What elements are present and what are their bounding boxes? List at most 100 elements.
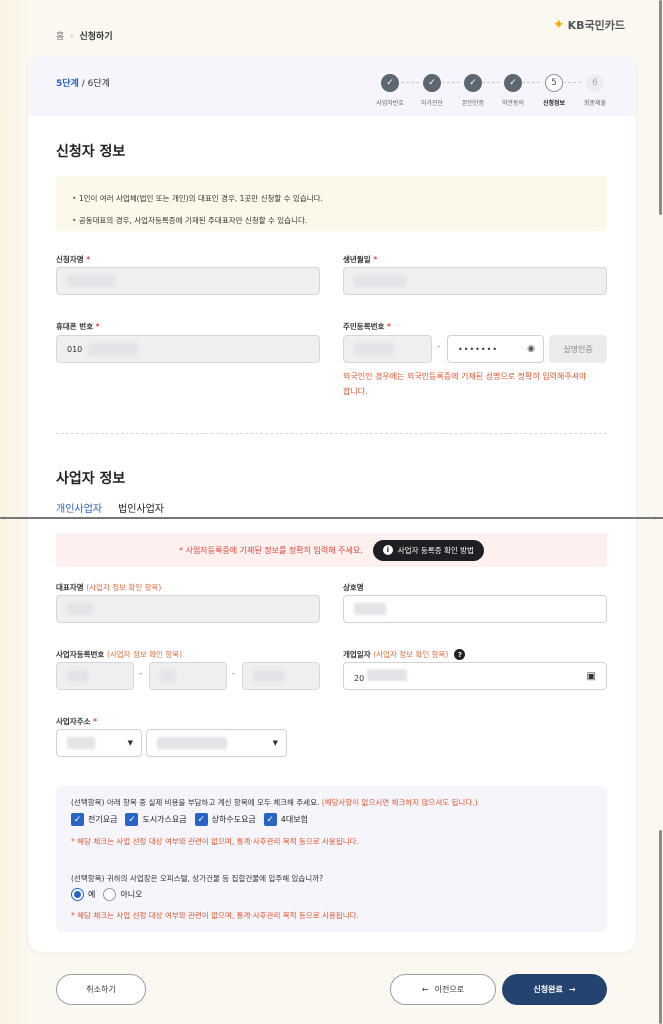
scrollbar-thumb[interactable] [659,0,662,215]
rrn-back-field[interactable]: ••••••• ◉ [447,335,544,363]
business-section-title: 사업자 정보 [56,471,126,487]
breadcrumb-home[interactable]: 홈 [56,29,64,42]
logo-text: KB국민카드 [567,19,625,32]
chevron-right-icon[interactable]: › [654,514,662,522]
applicant-notice: 1인이 여러 사업체(법인 또는 개인)의 대표인 경우, 1곳만 신청할 수 … [56,176,607,231]
prev-button[interactable]: ← 이전으로 [390,974,496,1005]
step-number: 5 [545,74,563,92]
redacted-value [67,670,89,682]
redacted-value [88,343,139,355]
redacted-value [354,343,394,355]
birthdate-field[interactable] [343,267,607,295]
step-label: 자가진단 [420,100,444,107]
redacted-value [253,670,285,682]
radio-no[interactable]: 아니오 [103,888,142,901]
calendar-icon[interactable]: ▣ [587,671,596,682]
redacted-value [67,737,95,749]
breadcrumb: 홈 › 신청하기 [56,29,113,42]
step-label: 최종제출 [583,100,607,107]
tab-corporate-business[interactable]: 법인사업자 [118,500,164,515]
section-divider [56,433,607,434]
checkbox-water[interactable]: ✓ 상하수도요금 [194,813,256,826]
chevron-right-icon: › [70,31,74,40]
redacted-value [366,669,407,681]
radio-selected-icon [71,888,84,901]
step-3: ✓ 본인인증 [453,74,493,107]
phone-label: 휴대폰 번호 * [56,322,100,331]
trade-name-label: 상호명 [343,583,364,592]
eye-icon[interactable]: ◉ [527,344,535,354]
regno-dash: - [139,669,143,679]
comparison-slider-line[interactable] [0,517,663,519]
registration-guide-button[interactable]: i 사업자 등록증 확인 방법 [372,539,484,561]
check-icon: ✓ [504,74,522,92]
checkbox-insurance[interactable]: ✓ 4대보험 [263,813,308,826]
birthdate-label: 생년월일 * [343,255,378,264]
building-radio-group: 예 아니오 [71,888,142,901]
step-label: 사업자번호 [376,100,404,107]
rrn-label: 주민등록번호 * [343,322,391,331]
check-icon: ✓ [423,74,441,92]
applicant-name-field[interactable] [56,267,320,295]
scrollbar-thumb[interactable] [659,830,662,1024]
business-type-tabs: 개인사업자 법인사업자 [56,500,164,515]
tab-individual-business[interactable]: 개인사업자 [56,500,102,515]
redacted-value [157,737,227,749]
submit-button[interactable]: 신청완료 → [502,974,607,1005]
regno-part3-field[interactable] [242,662,320,690]
checkmark-icon: ✓ [194,813,208,826]
rrn-front-field[interactable] [343,335,432,363]
representative-label: 대표자명 (사업자 정보 확인 항목) [56,583,162,592]
checkbox-gas[interactable]: ✓ 도시가스요금 [125,813,187,826]
help-icon[interactable]: ? [454,649,466,660]
step-current: 5단계 [56,79,79,89]
address-city-select[interactable]: ▼ [146,729,287,757]
registration-guide-label: 사업자 등록증 확인 방법 [397,545,474,555]
regno-label: 사업자등록번호 (사업자 정보 확인 항목) [56,650,183,659]
caret-down-icon: ▼ [127,739,133,747]
step-counter: 5단계 / 6단계 [56,76,110,89]
phone-prefix: 010 [67,344,83,354]
breadcrumb-current: 신청하기 [79,32,113,42]
cancel-button[interactable]: 취소하기 [56,974,146,1005]
prev-button-label: 이전으로 [434,985,465,994]
open-date-field[interactable]: 20 ▣ [343,662,607,690]
utility-checkboxes: ✓ 전기요금 ✓ 도시가스요금 ✓ 상하수도요금 ✓ 4대보험 [71,813,308,826]
building-question-note: * 해당 체크는 사업 선정 대상 여부와 관련이 없으며, 통계·사후관리 목… [71,911,359,920]
redacted-value [354,275,406,287]
step-number: 6 [586,74,604,92]
utility-question-note: * 해당 체크는 사업 선정 대상 여부와 관련이 없으며, 통계·사후관리 목… [71,837,359,846]
open-date-label: 개업일자 (사업자 정보 확인 항목) ? [343,649,466,660]
regno-part2-field[interactable] [149,662,227,690]
background-decoration [0,0,30,1024]
representative-field[interactable] [56,595,320,623]
kb-star-icon: ✦ [552,17,565,33]
building-question-title: (선택항목) 귀하의 사업장은 오피스텔, 상가건물 등 집합건물에 입주해 있… [71,874,324,883]
applicant-name-label: 신청자명 * [56,255,91,264]
business-info-banner: * 사업자등록증에 기재된 정보를 정확히 입력해 주세요. i 사업자 등록증… [56,533,607,567]
redacted-value [67,603,93,615]
redacted-value [67,275,115,287]
check-icon: ✓ [464,74,482,92]
caret-down-icon: ▼ [272,739,278,747]
checkmark-icon: ✓ [263,813,277,826]
notice-item: 1인이 여러 사업체(법인 또는 개인)의 대표인 경우, 1곳만 신청할 수 … [72,188,607,210]
address-label: 사업자주소 * [56,717,98,726]
regno-part1-field[interactable] [56,662,134,690]
submit-button-label: 신청완료 [533,985,563,994]
redacted-value [160,670,176,682]
address-province-select[interactable]: ▼ [56,729,142,757]
arrow-right-icon: → [568,985,576,994]
redacted-value [354,603,386,615]
step-1: ✓ 사업자번호 [370,74,410,107]
trade-name-field[interactable] [343,595,607,623]
checkbox-electricity[interactable]: ✓ 전기요금 [71,813,117,826]
radio-empty-icon [103,888,117,901]
check-icon: ✓ [381,74,399,92]
chevron-left-icon[interactable]: ‹ [2,514,10,522]
name-verify-button[interactable]: 실명인증 [549,335,607,363]
radio-yes[interactable]: 예 [71,888,95,901]
kb-logo[interactable]: ✦ KB국민카드 [553,17,625,33]
phone-field[interactable]: 010 [56,335,320,363]
checkmark-icon: ✓ [71,813,84,826]
